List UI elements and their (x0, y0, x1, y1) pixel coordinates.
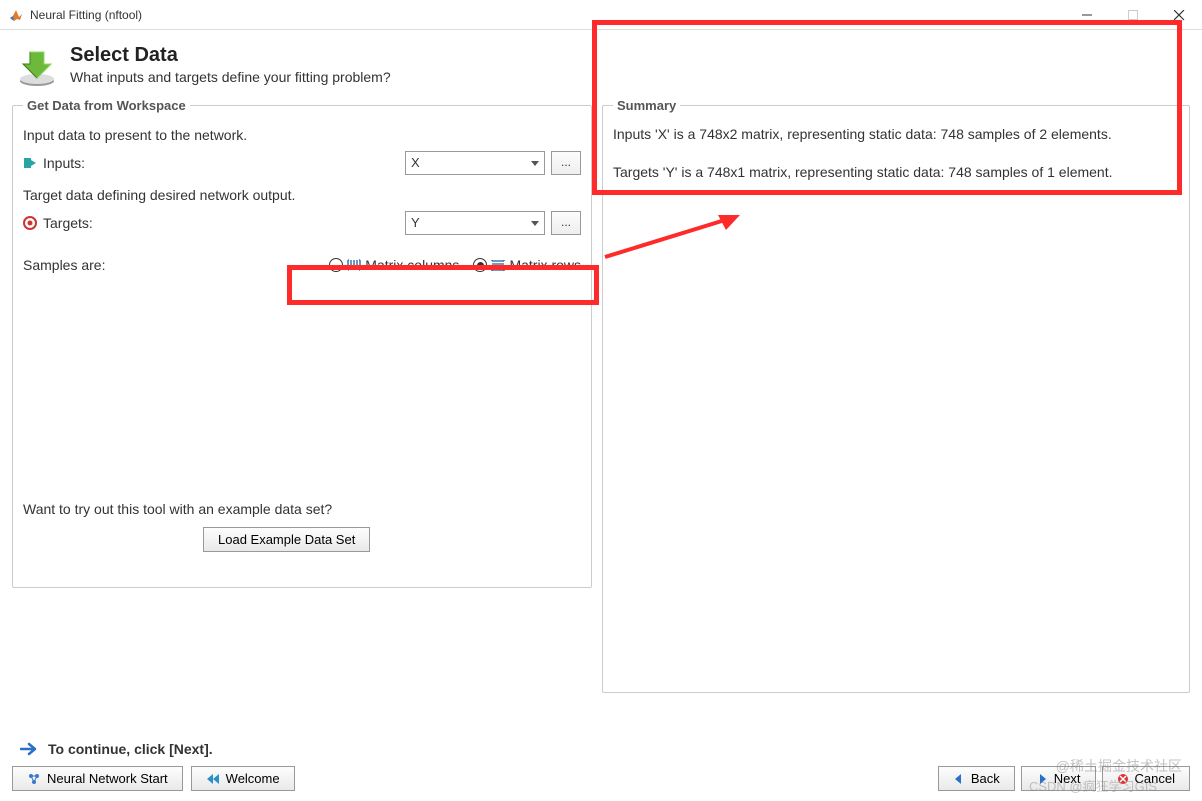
targets-browse-button[interactable]: ... (551, 211, 581, 235)
get-data-fieldset: Get Data from Workspace Input data to pr… (12, 98, 592, 588)
targets-select[interactable]: Y (405, 211, 545, 235)
inputs-browse-button[interactable]: ... (551, 151, 581, 175)
page-subtitle: What inputs and targets define your fitt… (70, 69, 391, 85)
summary-fieldset: Summary Inputs 'X' is a 748x2 matrix, re… (602, 98, 1190, 693)
close-button[interactable] (1156, 0, 1202, 30)
input-icon (23, 156, 37, 170)
matlab-icon (8, 7, 24, 23)
minimize-button[interactable] (1064, 0, 1110, 30)
radio-unchecked-icon (329, 258, 343, 272)
summary-legend: Summary (613, 98, 680, 113)
inputs-select[interactable]: X (405, 151, 545, 175)
footer-hint-text: To continue, click [Next]. (48, 741, 213, 757)
example-prompt: Want to try out this tool with an exampl… (23, 501, 581, 517)
matrix-columns-icon (347, 259, 361, 271)
page-title: Select Data (70, 44, 391, 67)
target-desc: Target data defining desired network out… (23, 185, 581, 205)
cancel-button[interactable]: Cancel (1102, 766, 1190, 791)
input-desc: Input data to present to the network. (23, 125, 581, 145)
arrow-right-icon (20, 742, 40, 756)
brain-icon (27, 772, 41, 786)
footer-hint: To continue, click [Next]. (20, 741, 213, 757)
maximize-button[interactable] (1110, 0, 1156, 30)
target-icon (23, 216, 37, 230)
rewind-icon (206, 773, 220, 785)
cancel-icon (1117, 773, 1129, 785)
load-example-button[interactable]: Load Example Data Set (203, 527, 370, 552)
page-header: Select Data What inputs and targets defi… (16, 44, 1190, 88)
back-button[interactable]: Back (938, 766, 1015, 791)
download-icon (16, 46, 58, 88)
next-button[interactable]: Next (1021, 766, 1096, 791)
radio-matrix-rows[interactable]: Matrix rows (473, 255, 581, 275)
summary-targets: Targets 'Y' is a 748x1 matrix, represent… (613, 163, 1179, 183)
samples-label: Samples are: (23, 255, 105, 275)
radio-checked-icon (473, 258, 487, 272)
neural-network-start-button[interactable]: Neural Network Start (12, 766, 183, 791)
welcome-button[interactable]: Welcome (191, 766, 295, 791)
matrix-rows-icon (491, 259, 505, 271)
next-icon (1036, 773, 1048, 785)
summary-inputs: Inputs 'X' is a 748x2 matrix, representi… (613, 125, 1179, 145)
get-data-legend: Get Data from Workspace (23, 98, 190, 113)
inputs-label: Inputs: (43, 153, 85, 173)
titlebar: Neural Fitting (nftool) (0, 0, 1202, 30)
back-icon (953, 773, 965, 785)
window-controls (1064, 0, 1202, 29)
window-title: Neural Fitting (nftool) (30, 8, 1064, 22)
targets-label: Targets: (43, 213, 93, 233)
radio-matrix-columns[interactable]: Matrix columns (329, 255, 459, 275)
